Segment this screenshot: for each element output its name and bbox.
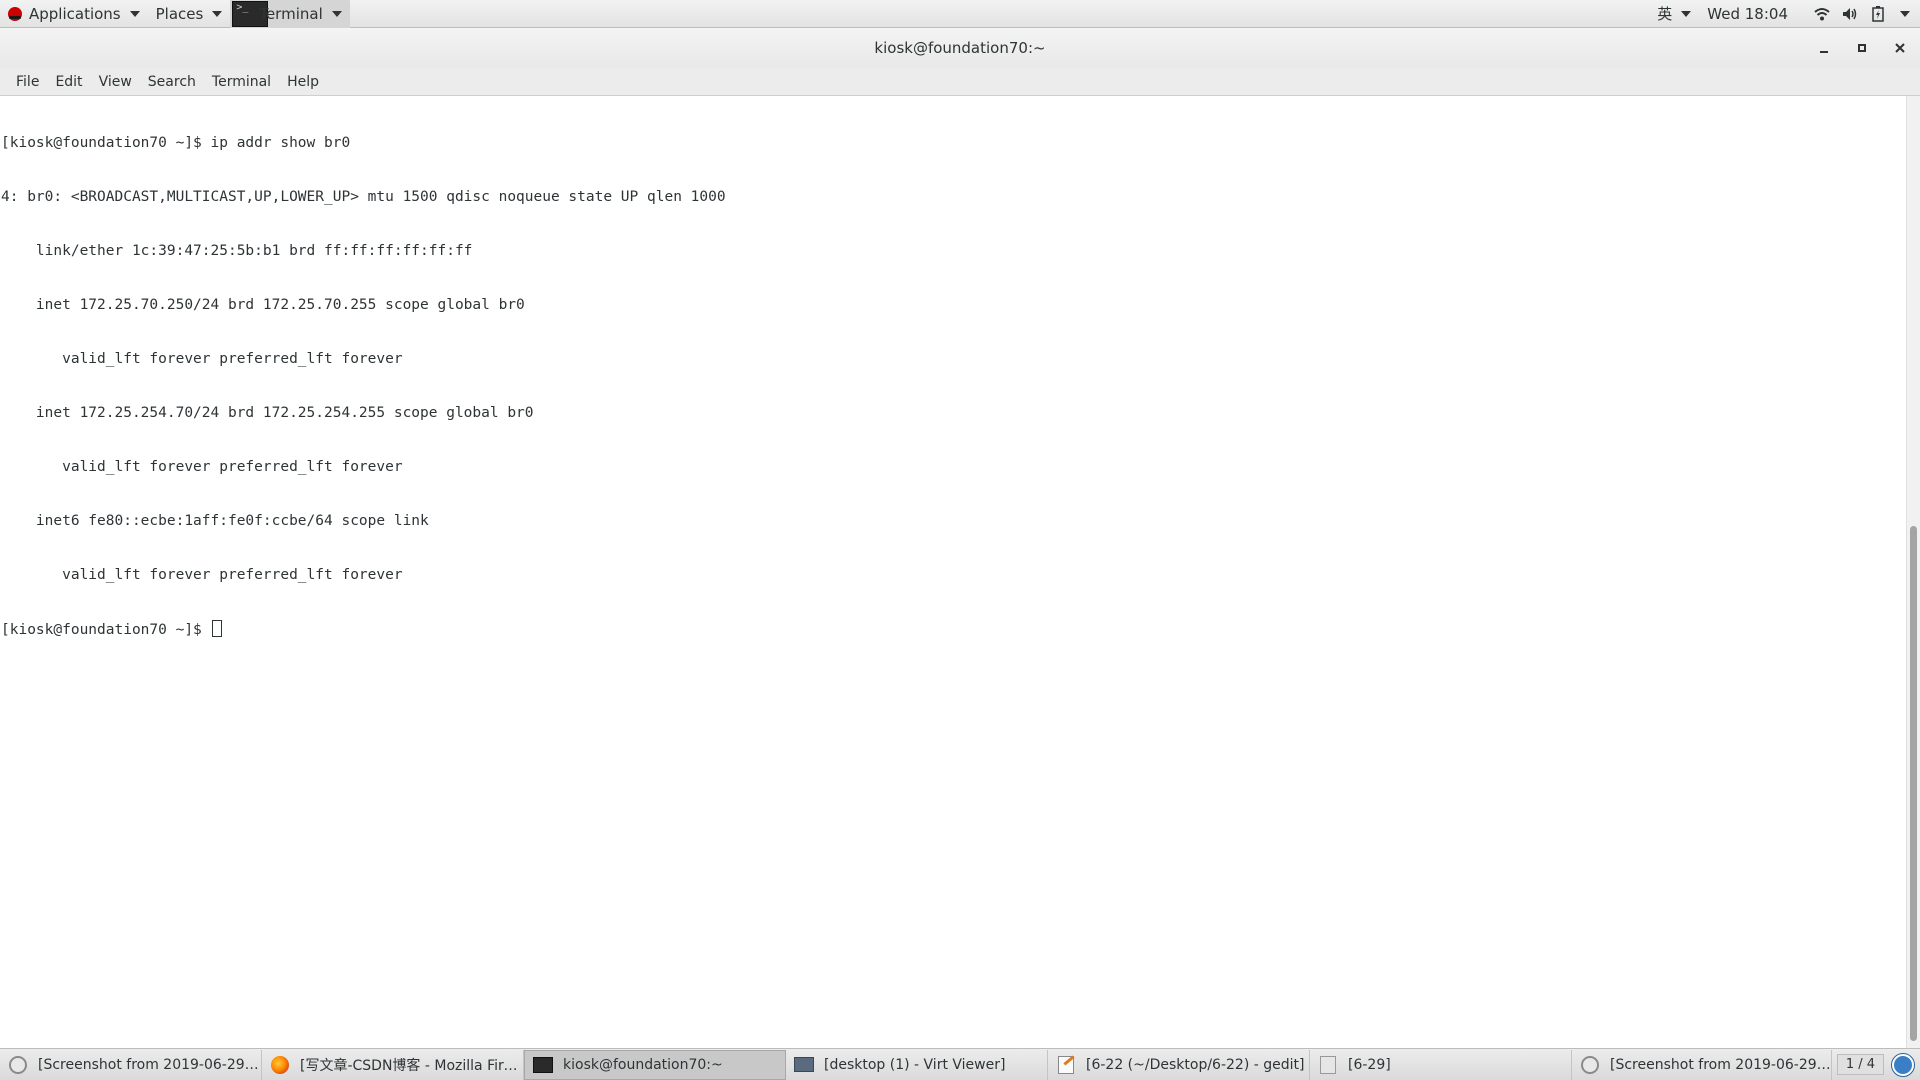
top-panel: Applications Places >_ Terminal 英 Wed 18… xyxy=(0,0,1920,28)
task-label: [写文章-CSDN博客 - Mozilla Fire... xyxy=(300,1057,523,1074)
menubar: File Edit View Search Terminal Help xyxy=(0,68,1920,96)
terminal-line: inet6 fe80::ecbe:1aff:fe0f:ccbe/64 scope… xyxy=(1,513,429,529)
close-icon xyxy=(1895,43,1905,53)
input-method-menu[interactable]: 英 xyxy=(1653,0,1695,28)
terminal-cursor xyxy=(211,620,222,637)
terminal-line: valid_lft forever preferred_lft forever xyxy=(1,351,403,367)
terminal-icon xyxy=(533,1055,553,1075)
menu-view[interactable]: View xyxy=(91,68,140,96)
task-label: [desktop (1) - Virt Viewer] xyxy=(824,1056,1006,1073)
task-screenshot-2[interactable]: [Screenshot from 2019-06-29 ... xyxy=(1572,1049,1832,1080)
minimize-icon xyxy=(1820,51,1828,53)
terminal-line: inet 172.25.70.250/24 brd 172.25.70.255 … xyxy=(1,297,525,313)
clock[interactable]: Wed 18:04 xyxy=(1707,5,1788,23)
task-virt-viewer[interactable]: [desktop (1) - Virt Viewer] xyxy=(786,1049,1048,1080)
maximize-button[interactable] xyxy=(1854,40,1870,56)
maximize-icon xyxy=(1858,44,1866,52)
task-folder[interactable]: [6-29] xyxy=(1310,1049,1572,1080)
close-button[interactable] xyxy=(1892,40,1908,56)
terminal-prompt: [kiosk@foundation70 ~]$ xyxy=(1,622,211,638)
taskbar: [Screenshot from 2019-06-29 ... [写文章-CSD… xyxy=(0,1048,1920,1080)
task-firefox[interactable]: [写文章-CSDN博客 - Mozilla Fire... xyxy=(262,1049,524,1080)
system-tray: 英 Wed 18:04 xyxy=(1653,0,1920,28)
gedit-icon xyxy=(1056,1055,1076,1075)
chevron-down-icon xyxy=(129,10,140,17)
terminal-line: link/ether 1c:39:47:25:5b:b1 brd ff:ff:f… xyxy=(1,243,473,259)
task-gedit[interactable]: [6-22 (~/Desktop/6-22) - gedit] xyxy=(1048,1049,1310,1080)
input-method-label: 英 xyxy=(1657,5,1673,23)
workspace-switcher: 1 / 4 xyxy=(1836,1053,1920,1076)
notification-icon[interactable] xyxy=(1892,1053,1914,1076)
terminal-line: 4: br0: <BROADCAST,MULTICAST,UP,LOWER_UP… xyxy=(1,189,726,205)
terminal-line: inet 172.25.254.70/24 brd 172.25.254.255… xyxy=(1,405,534,421)
terminal-prompt-line[interactable]: [kiosk@foundation70 ~]$ xyxy=(1,620,1906,638)
screenshot-icon xyxy=(1580,1055,1600,1075)
menu-terminal[interactable]: Terminal xyxy=(204,68,279,96)
places-menu[interactable]: Places xyxy=(148,0,231,28)
workspace-indicator[interactable]: 1 / 4 xyxy=(1836,1054,1884,1075)
menu-help[interactable]: Help xyxy=(279,68,327,96)
scrollbar-thumb[interactable] xyxy=(1910,526,1917,1041)
menu-file[interactable]: File xyxy=(8,68,47,96)
minimize-button[interactable] xyxy=(1816,40,1832,56)
places-label: Places xyxy=(155,4,204,23)
task-screenshot-1[interactable]: [Screenshot from 2019-06-29 ... xyxy=(0,1049,262,1080)
terminal-app-menu[interactable]: >_ Terminal xyxy=(230,0,350,28)
task-label: [Screenshot from 2019-06-29 ... xyxy=(1610,1056,1831,1073)
screenshot-icon xyxy=(8,1055,28,1075)
folder-icon xyxy=(1318,1055,1338,1075)
volume-icon[interactable] xyxy=(1842,6,1858,22)
window-title: kiosk@foundation70:~ xyxy=(874,39,1046,57)
task-label: [6-29] xyxy=(1348,1056,1391,1073)
terminal-line: valid_lft forever preferred_lft forever xyxy=(1,459,403,475)
redhat-icon xyxy=(8,6,22,21)
wifi-icon[interactable] xyxy=(1814,6,1830,22)
terminal-output[interactable]: [kiosk@foundation70 ~]$ ip addr show br0… xyxy=(0,96,1906,1048)
terminal-line: valid_lft forever preferred_lft forever xyxy=(1,567,403,583)
applications-menu[interactable]: Applications xyxy=(0,0,148,28)
task-label: [6-22 (~/Desktop/6-22) - gedit] xyxy=(1086,1056,1305,1073)
task-label: kiosk@foundation70:~ xyxy=(563,1056,723,1073)
task-label: [Screenshot from 2019-06-29 ... xyxy=(38,1056,261,1073)
firefox-icon xyxy=(270,1055,290,1075)
battery-icon[interactable] xyxy=(1870,5,1886,22)
terminal-scrollbar[interactable] xyxy=(1906,96,1920,1048)
applications-label: Applications xyxy=(29,4,121,23)
chevron-down-icon xyxy=(331,10,342,17)
terminal-line: [kiosk@foundation70 ~]$ ip addr show br0 xyxy=(1,135,351,151)
terminal-app-label: Terminal xyxy=(259,4,323,23)
chevron-down-icon xyxy=(212,10,223,17)
task-terminal[interactable]: kiosk@foundation70:~ xyxy=(524,1049,786,1080)
virt-viewer-icon xyxy=(794,1055,814,1075)
window-controls xyxy=(1816,28,1908,68)
power-menu-icon[interactable] xyxy=(1900,10,1910,17)
menu-edit[interactable]: Edit xyxy=(47,68,90,96)
menu-search[interactable]: Search xyxy=(140,68,204,96)
chevron-down-icon xyxy=(1681,10,1692,17)
window-titlebar[interactable]: kiosk@foundation70:~ xyxy=(0,28,1920,68)
